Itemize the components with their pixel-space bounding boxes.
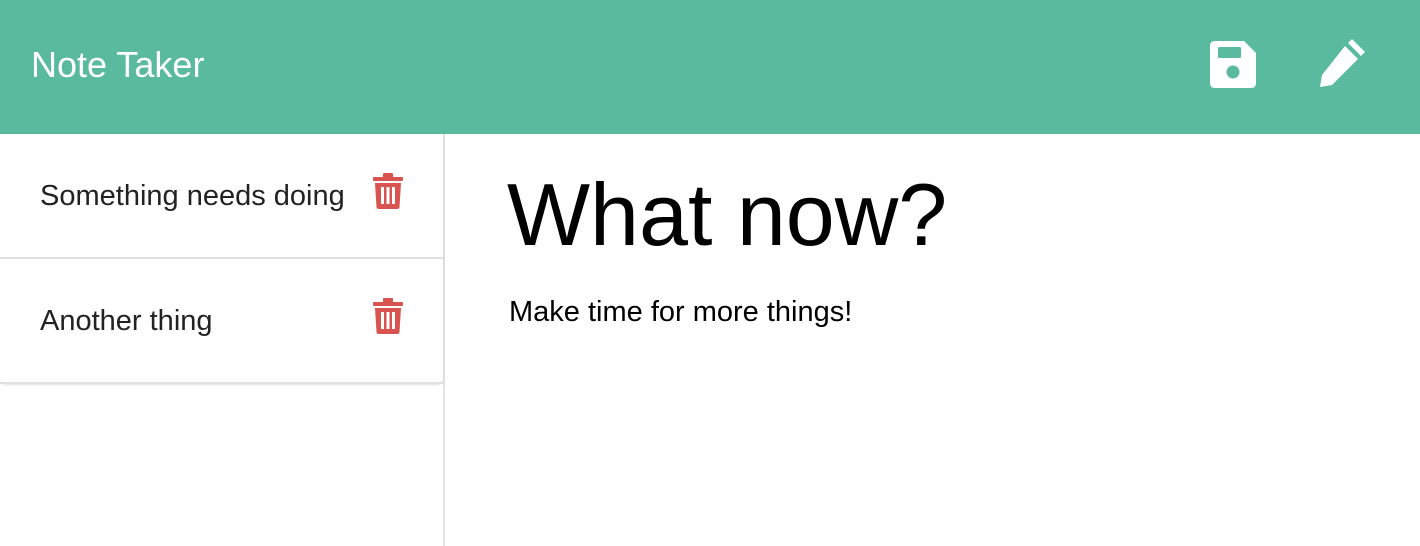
floppy-disk-icon[interactable] [1205, 37, 1261, 93]
note-list: Something needs doing Another thing [0, 134, 443, 384]
notes-sidebar: Something needs doing Another thing [0, 134, 445, 546]
note-text-area[interactable]: Make time for more things! [509, 292, 1389, 512]
note-taker-app: Note Taker Something needs doing Another… [0, 0, 1420, 546]
navbar: Note Taker [0, 0, 1420, 134]
trash-icon[interactable] [372, 172, 404, 210]
pencil-icon[interactable] [1314, 34, 1370, 90]
note-list-title: Something needs doing [40, 180, 345, 212]
trash-icon[interactable] [372, 297, 404, 335]
list-item[interactable]: Another thing [0, 259, 443, 384]
note-editor: Make time for more things! [445, 134, 1420, 546]
app-brand[interactable]: Note Taker [31, 41, 204, 89]
note-list-title: Another thing [40, 305, 213, 337]
note-title-input[interactable] [507, 160, 1387, 270]
list-item[interactable]: Something needs doing [0, 134, 443, 259]
